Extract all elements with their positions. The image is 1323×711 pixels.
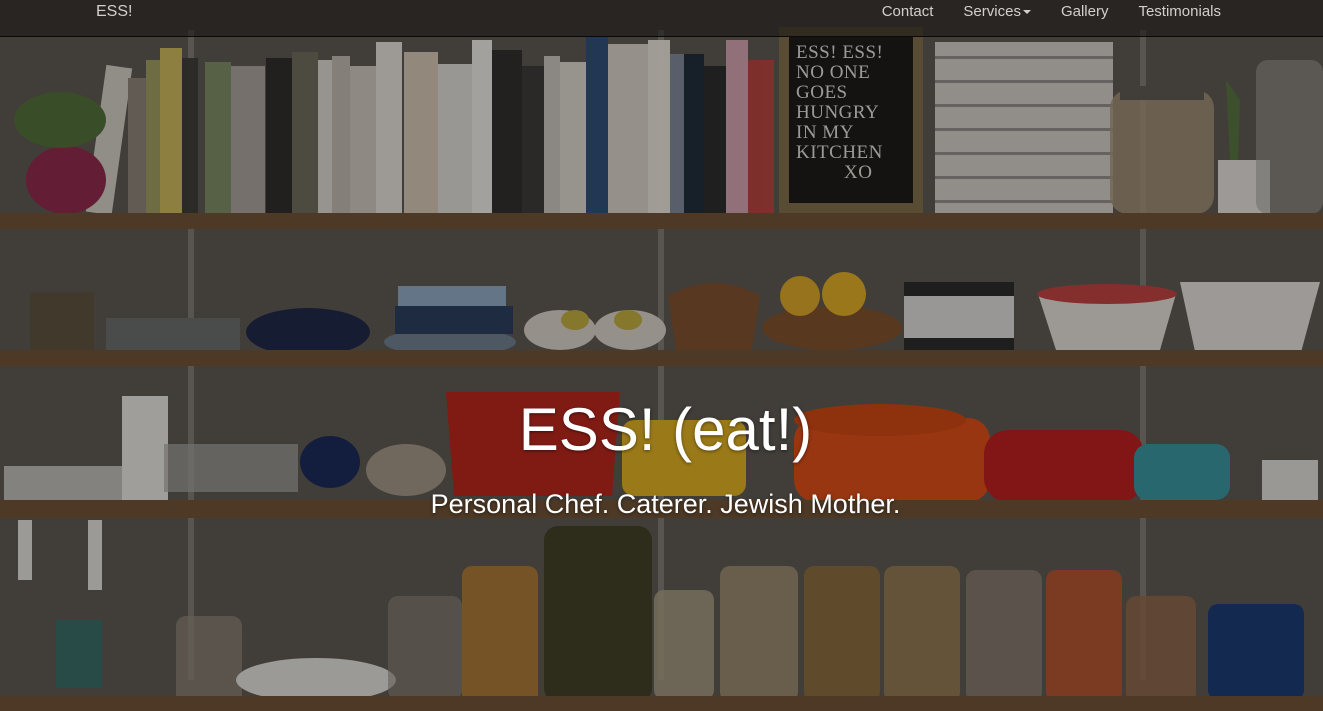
caret-down-icon — [1022, 10, 1031, 15]
nav-links: Contact Services Gallery Testimonials — [867, 2, 1236, 22]
nav-testimonials[interactable]: Testimonials — [1123, 2, 1236, 22]
hero-title: ESS! (eat!) — [518, 396, 813, 463]
brand-link[interactable]: ESS! — [96, 2, 132, 22]
top-navbar: ESS! Contact Services Gallery Testimonia… — [0, 0, 1323, 37]
hero-dark-overlay — [0, 0, 1323, 711]
nav-gallery[interactable]: Gallery — [1046, 2, 1124, 22]
nav-services-label: Services — [963, 3, 1021, 20]
hero-subtitle: Personal Chef. Caterer. Jewish Mother. — [430, 489, 901, 519]
nav-contact[interactable]: Contact — [867, 2, 949, 22]
nav-services-dropdown[interactable]: Services — [948, 2, 1046, 22]
hero-background: ESS! ESS! NO ONE GOES HUNGRY IN MY KITCH… — [0, 0, 1323, 711]
